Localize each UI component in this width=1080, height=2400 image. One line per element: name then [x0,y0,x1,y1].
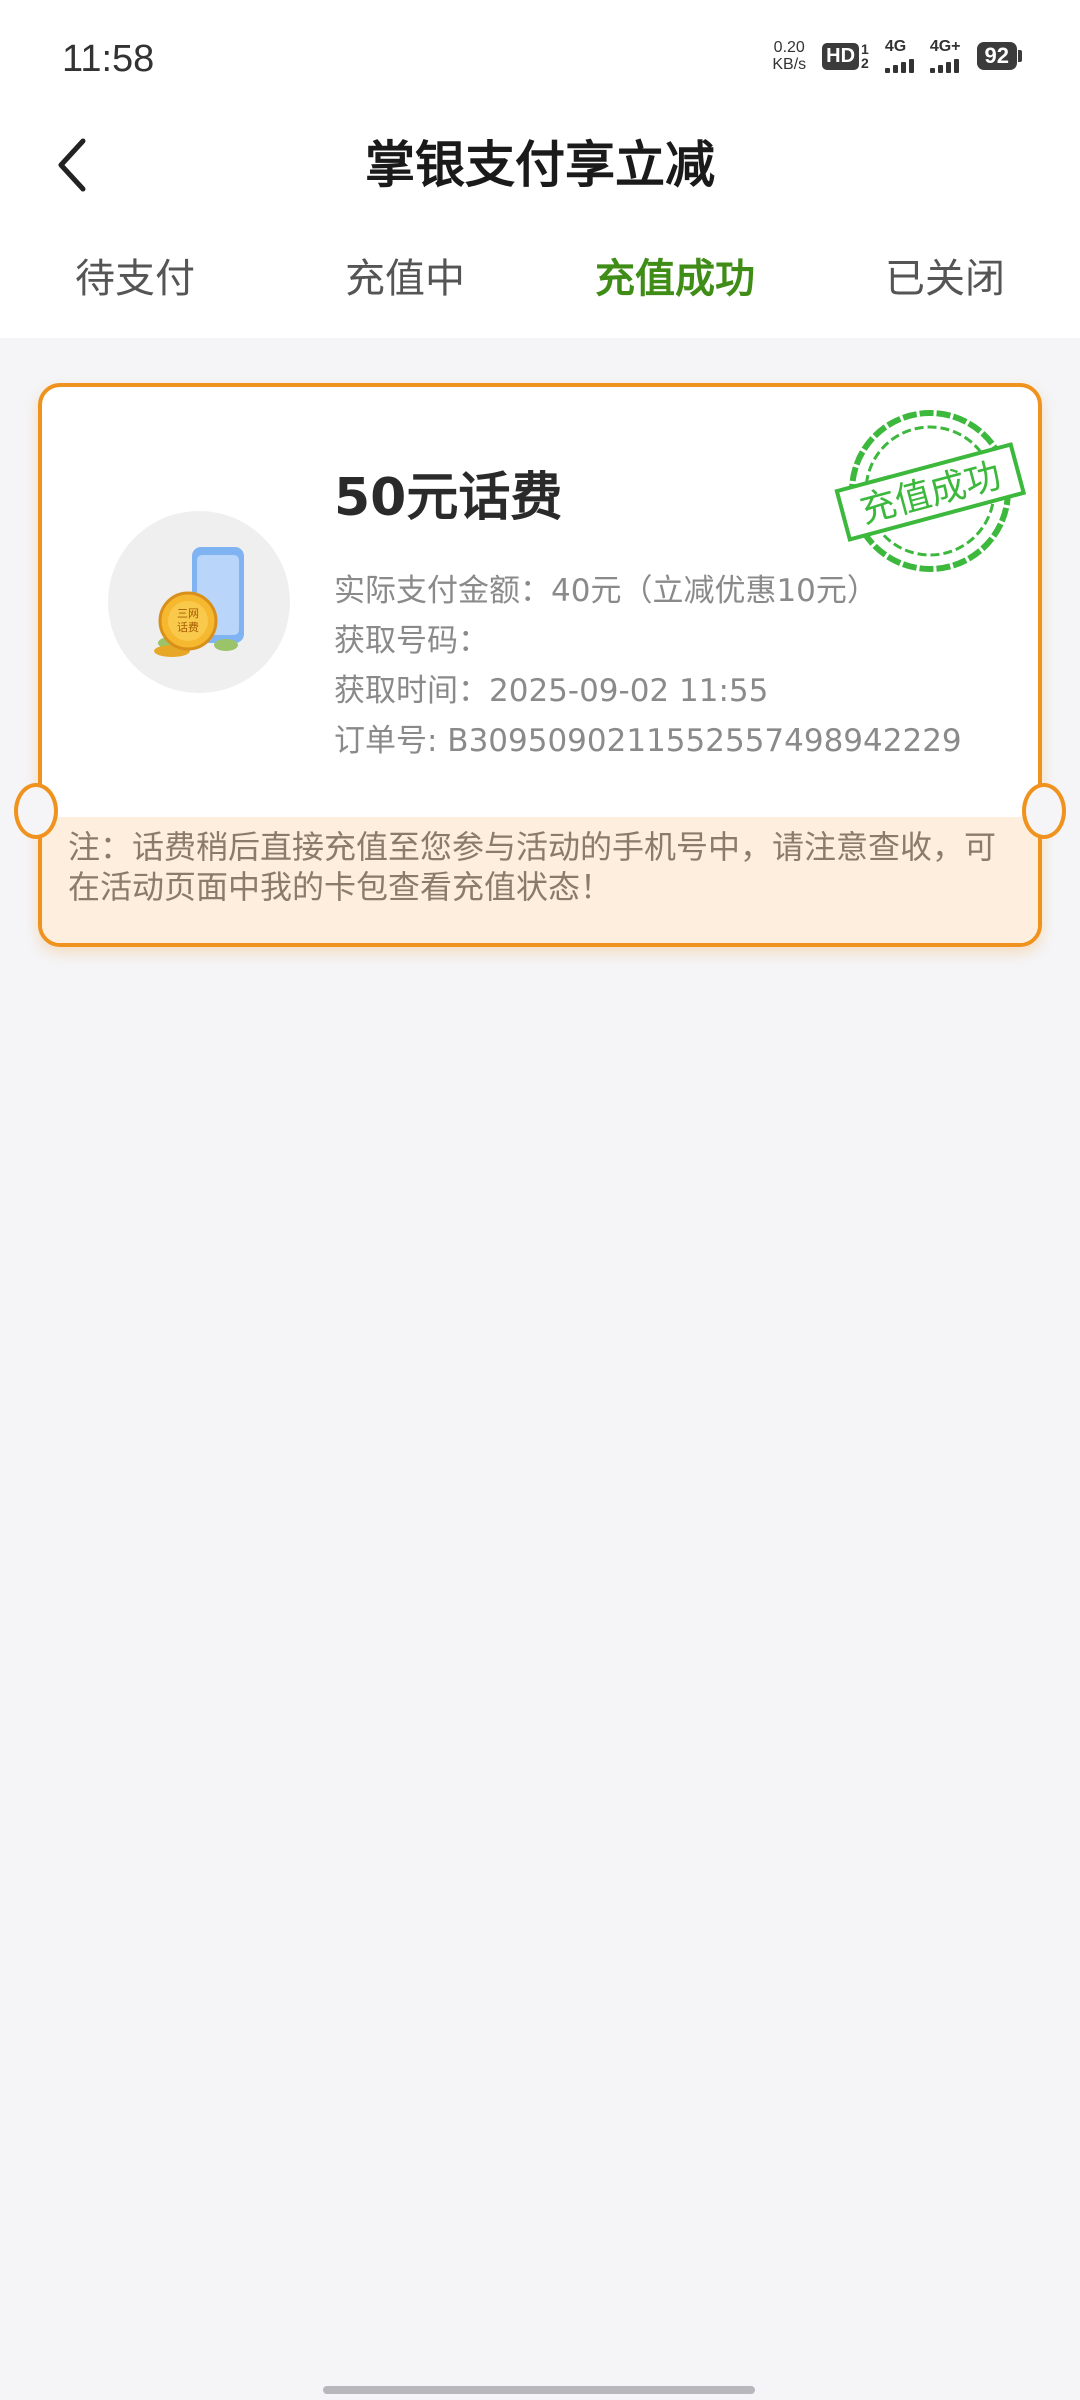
ticket-notch-right [1022,783,1066,839]
status-icons: 0.20 KB/s HD 1 2 4G 4G+ 92 [772,36,1022,76]
tab-recharge-success[interactable]: 充值成功 [540,220,810,338]
nav-header: 掌银支付享立减 [0,110,1080,220]
home-indicator[interactable] [323,2386,755,2394]
icon-badge-line2: 话费 [177,621,199,634]
tab-pending-payment[interactable]: 待支付 [0,220,270,338]
status-bar: 11:58 0.20 KB/s HD 1 2 4G 4G+ 92 [0,0,1080,110]
icon-badge-line1: 三网 [177,607,199,620]
ticket-notch-left [14,783,58,839]
product-title: 50元话费 [334,468,563,528]
order-card[interactable]: 三网 话费 50元话费 实际支付金额：40元（立减优惠10元） 获取号码： 获取… [14,383,1066,947]
recharge-note: 注：话费稍后直接充值至您参与活动的手机号中，请注意查收，可在活动页面中我的卡包查… [68,828,997,906]
network-speed-value: 0.20 [773,39,805,56]
paid-amount: 实际支付金额：40元（立减优惠10元） [334,573,878,609]
page-title: 掌银支付享立减 [365,136,715,194]
network-speed: 0.20 KB/s [772,39,806,73]
order-number: 订单号: B3095090211552557498942229 [334,723,962,759]
hd-sub-top: 1 [861,41,869,57]
signal-4g-plus-icon: 4G+ [929,38,961,73]
battery-icon: 92 [976,42,1022,70]
hd-sub-bottom: 2 [861,55,869,71]
success-stamp-icon: 充值成功 [834,410,1027,572]
status-time: 11:58 [62,38,155,80]
obtain-time: 获取时间：2025-09-02 11:55 [334,673,769,709]
network-speed-unit: KB/s [772,56,807,73]
phone-credit-icon: 三网 话费 [108,511,290,693]
signal-4g-icon: 4G [884,38,914,73]
battery-level: 92 [976,42,1017,70]
phone-number: 获取号码： [334,623,489,659]
hd-voice-icon: HD 1 2 [822,42,869,70]
status-tabs: 待支付 充值中 充值成功 已关闭 [0,220,1080,338]
signal-4g-label: 4G [884,38,907,55]
hd-label: HD [822,42,860,70]
tab-recharging[interactable]: 充值中 [270,220,540,338]
signal-4g-plus-label: 4G+ [929,38,961,55]
tab-closed[interactable]: 已关闭 [810,220,1080,338]
